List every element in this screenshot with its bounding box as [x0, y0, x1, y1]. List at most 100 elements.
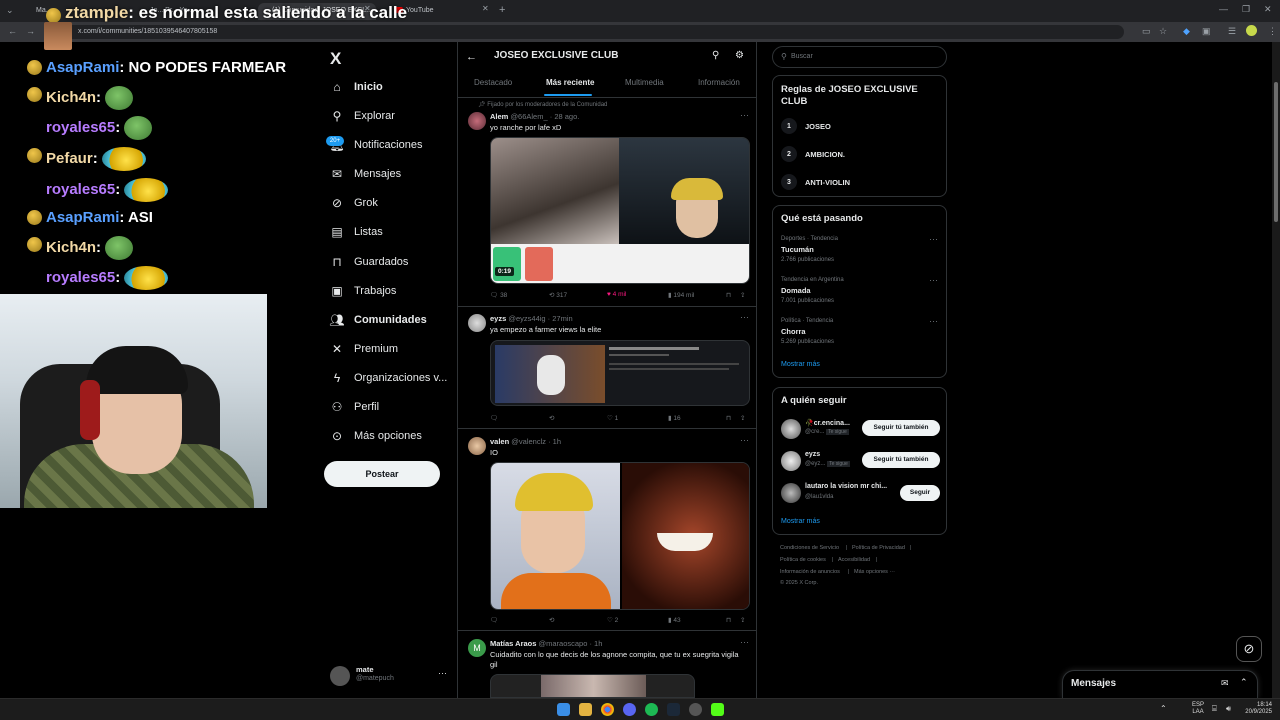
url-field[interactable]: x.com/i/communities/1851039546407805158 — [64, 25, 1124, 39]
post-button[interactable]: Postear — [324, 461, 440, 487]
reply-button[interactable]: 🗨︎ 38 — [490, 291, 507, 299]
post-image[interactable] — [490, 462, 750, 610]
show-more-link[interactable]: Mostrar más — [781, 361, 820, 368]
install-icon[interactable]: ▭ — [1142, 26, 1151, 37]
suggestion-name[interactable]: lautaro la vision mr chi... — [805, 483, 887, 490]
footer-link[interactable]: Política de Privacidad — [852, 545, 905, 551]
nav-mas-opciones[interactable]: ⊙ Más opciones — [330, 424, 422, 448]
chevron-up-icon[interactable]: ⌃ — [1240, 677, 1248, 688]
search-input[interactable]: ⚲ Buscar — [772, 46, 947, 68]
post-video[interactable]: 0:19 — [490, 137, 750, 284]
follow-button[interactable]: Seguir — [900, 485, 940, 501]
settings-gear-icon[interactable]: ⚙ — [735, 50, 744, 61]
restore-icon[interactable]: ❐ — [1242, 4, 1250, 15]
nav-mensajes[interactable]: ✉ Mensajes — [330, 162, 401, 186]
clock[interactable]: 18:14 20/9/2025 — [1240, 702, 1272, 716]
kick-icon[interactable] — [711, 703, 724, 716]
views-count[interactable]: ▮ 43 — [668, 616, 681, 624]
trend-more-icon[interactable]: ··· — [929, 316, 938, 326]
views-count[interactable]: ▮ 16 — [668, 414, 681, 422]
trend-name[interactable]: Tucumán — [781, 245, 814, 254]
search-icon[interactable]: ⚲ — [712, 50, 719, 61]
suggestion-name[interactable]: 🥀cr.encina... — [805, 419, 850, 427]
avatar[interactable] — [781, 451, 801, 471]
menu-icon[interactable]: ⋮ — [1268, 26, 1277, 37]
tray-chevron-icon[interactable]: ⌃ — [1160, 704, 1167, 713]
post-author[interactable]: valen @valenclz · 1h — [490, 437, 561, 446]
minimize-icon[interactable]: — — [1219, 4, 1228, 14]
extension-icon[interactable]: ◆ — [1183, 26, 1190, 37]
repost-button[interactable]: ⟲ 317 — [549, 291, 567, 299]
avatar[interactable] — [468, 314, 486, 332]
avatar[interactable] — [468, 112, 486, 130]
trend-more-icon[interactable]: ··· — [929, 275, 938, 285]
post-link-card[interactable] — [490, 340, 750, 406]
grok-icon[interactable]: ⊘ — [1236, 636, 1262, 662]
post-more-icon[interactable]: ··· — [740, 435, 749, 445]
new-message-icon[interactable]: ✉ — [1221, 678, 1229, 689]
close-tab-icon[interactable]: ✕ — [482, 4, 489, 13]
share-icon[interactable]: ⇪ — [740, 291, 745, 299]
language-indicator[interactable]: ESP LAA — [1192, 702, 1204, 716]
new-tab-icon[interactable]: + — [499, 4, 505, 16]
reply-button[interactable]: 🗨︎ — [490, 414, 498, 422]
chrome-icon[interactable] — [601, 703, 614, 716]
rule-item[interactable]: 1 JOSEO — [781, 118, 831, 134]
volume-icon[interactable]: 🔊︎ — [1226, 704, 1231, 714]
sidepanel-icon[interactable]: ☰ — [1228, 26, 1236, 37]
bookmark-icon[interactable]: ⊓ — [726, 414, 731, 422]
forward-icon[interactable]: → — [26, 26, 35, 36]
footer-link[interactable]: Política de cookies — [780, 557, 826, 563]
nav-guardados[interactable]: ⊓ Guardados — [330, 250, 408, 274]
bookmark-icon[interactable]: ⊓ — [726, 616, 731, 624]
steam-icon[interactable] — [667, 703, 680, 716]
post-author[interactable]: Matías Araos @maraoscapo · 1h — [490, 639, 602, 648]
nav-notificaciones[interactable]: 🔔︎Notificaciones — [329, 133, 422, 157]
repost-button[interactable]: ⟲ — [549, 414, 554, 422]
scrollbar[interactable] — [1272, 42, 1280, 698]
avatar[interactable] — [468, 437, 486, 455]
messages-drawer[interactable]: Mensajes ✉ ⌃ — [1062, 670, 1258, 698]
post-more-icon[interactable]: ··· — [740, 312, 749, 322]
nav-grok[interactable]: ⊘ Grok — [330, 191, 378, 215]
like-button[interactable]: ♥ 4 mil — [607, 291, 626, 298]
extensions-icon[interactable]: ▣ — [1202, 26, 1211, 37]
tab-multimedia[interactable]: Multimedia — [625, 78, 664, 87]
network-icon[interactable]: ⌸ — [1212, 704, 1217, 714]
rule-item[interactable]: 2 AMBICION. — [781, 146, 845, 162]
follow-back-button[interactable]: Seguir tú también — [862, 452, 940, 468]
profile-avatar[interactable] — [1246, 25, 1257, 36]
suggestion-name[interactable]: eyzs — [805, 451, 820, 458]
footer-link[interactable]: Información de anuncios — [780, 569, 840, 575]
trend-more-icon[interactable]: ··· — [929, 234, 938, 244]
avatar[interactable]: M — [468, 639, 486, 657]
nav-premium[interactable]: ✕ Premium — [330, 337, 398, 361]
tab-informacion[interactable]: Información — [698, 78, 740, 87]
discord-icon[interactable] — [623, 703, 636, 716]
bookmark-icon[interactable]: ⊓ — [726, 291, 731, 299]
bookmark-star-icon[interactable]: ☆ — [1159, 26, 1167, 37]
spotify-icon[interactable] — [645, 703, 658, 716]
nav-explorar[interactable]: ⚲ Explorar — [330, 104, 395, 128]
share-icon[interactable]: ⇪ — [740, 616, 745, 624]
nav-perfil[interactable]: ⚇ Perfil — [330, 395, 379, 419]
post-image[interactable] — [490, 674, 695, 698]
like-button[interactable]: ♡ 2 — [607, 616, 618, 624]
share-icon[interactable]: ⇪ — [740, 414, 745, 422]
post-more-icon[interactable]: ··· — [740, 110, 749, 120]
show-more-link[interactable]: Mostrar más — [781, 518, 820, 525]
nav-trabajos[interactable]: ▣ Trabajos — [330, 279, 396, 303]
tab-destacado[interactable]: Destacado — [474, 78, 512, 87]
back-arrow-icon[interactable]: ← — [466, 51, 477, 63]
app-icon[interactable] — [689, 703, 702, 716]
post-more-icon[interactable]: ··· — [740, 637, 749, 647]
avatar[interactable] — [781, 419, 801, 439]
avatar[interactable] — [781, 483, 801, 503]
footer-link[interactable]: Accesibilidad — [838, 557, 870, 563]
nav-organizaciones[interactable]: ϟ Organizaciones v... — [330, 366, 448, 390]
nav-comunidades[interactable]: 👥︎ Comunidades — [329, 308, 426, 332]
footer-link[interactable]: Más opciones ··· — [854, 569, 895, 575]
back-icon[interactable]: ← — [8, 26, 17, 36]
account-switcher[interactable]: mate @matepuch ··· — [330, 664, 450, 688]
repost-button[interactable]: ⟲ — [549, 616, 554, 624]
